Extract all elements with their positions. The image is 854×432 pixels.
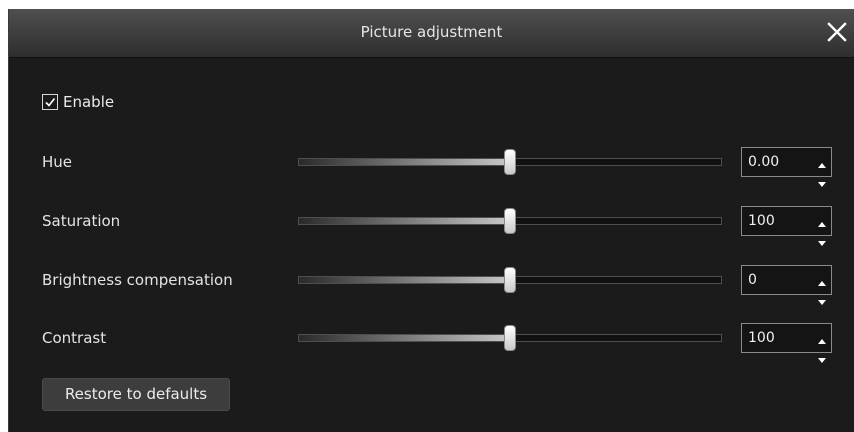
contrast-spin-arrows[interactable] [817, 330, 827, 363]
arrow-up-icon[interactable] [817, 330, 827, 349]
saturation-slider-thumb[interactable] [504, 208, 516, 234]
arrow-down-icon[interactable] [817, 232, 827, 251]
close-button[interactable] [826, 21, 848, 43]
picture-adjustment-dialog: Picture adjustment Enable Hue 0.00 Satur… [8, 9, 854, 432]
contrast-row: Contrast 100 [9, 323, 854, 363]
saturation-row: Saturation 100 [9, 206, 854, 246]
arrow-down-icon[interactable] [817, 349, 827, 368]
dialog-title: Picture adjustment [360, 23, 503, 41]
saturation-spin-arrows[interactable] [817, 213, 827, 246]
arrow-down-icon[interactable] [817, 291, 827, 310]
hue-spin-arrows[interactable] [817, 154, 827, 187]
saturation-slider-fill [299, 218, 510, 224]
hue-slider-fill [299, 159, 510, 165]
contrast-slider-thumb[interactable] [504, 325, 516, 351]
close-icon [827, 22, 847, 42]
title-bar: Picture adjustment [9, 9, 854, 58]
hue-label: Hue [42, 153, 73, 171]
contrast-slider[interactable] [298, 325, 722, 351]
saturation-spinbox[interactable]: 100 [741, 206, 832, 246]
restore-defaults-button[interactable]: Restore to defaults [42, 378, 230, 411]
saturation-value[interactable]: 100 [748, 213, 775, 229]
brightness-spin-arrows[interactable] [817, 272, 827, 305]
brightness-value[interactable]: 0 [748, 272, 757, 288]
brightness-slider-fill [299, 277, 510, 283]
hue-spinbox[interactable]: 0.00 [741, 147, 832, 187]
contrast-spinbox[interactable]: 100 [741, 323, 832, 363]
arrow-up-icon[interactable] [817, 272, 827, 291]
arrow-down-icon[interactable] [817, 173, 827, 192]
hue-row: Hue 0.00 [9, 147, 854, 187]
enable-label: Enable [63, 93, 115, 111]
saturation-label: Saturation [42, 212, 121, 230]
brightness-spinbox[interactable]: 0 [741, 265, 832, 305]
checkbox-box [42, 94, 58, 110]
enable-checkbox[interactable]: Enable [42, 92, 114, 112]
arrow-up-icon[interactable] [817, 213, 827, 232]
brightness-slider[interactable] [298, 267, 722, 293]
hue-slider-thumb[interactable] [504, 149, 516, 175]
saturation-slider[interactable] [298, 208, 722, 234]
arrow-up-icon[interactable] [817, 154, 827, 173]
brightness-row: Brightness compensation 0 [9, 265, 854, 305]
hue-value[interactable]: 0.00 [748, 154, 779, 170]
contrast-label: Contrast [42, 329, 107, 347]
contrast-value[interactable]: 100 [748, 330, 775, 346]
checkmark-icon [45, 98, 56, 107]
brightness-label: Brightness compensation [42, 271, 233, 289]
brightness-slider-thumb[interactable] [504, 267, 516, 293]
hue-slider[interactable] [298, 149, 722, 175]
contrast-slider-fill [299, 335, 510, 341]
